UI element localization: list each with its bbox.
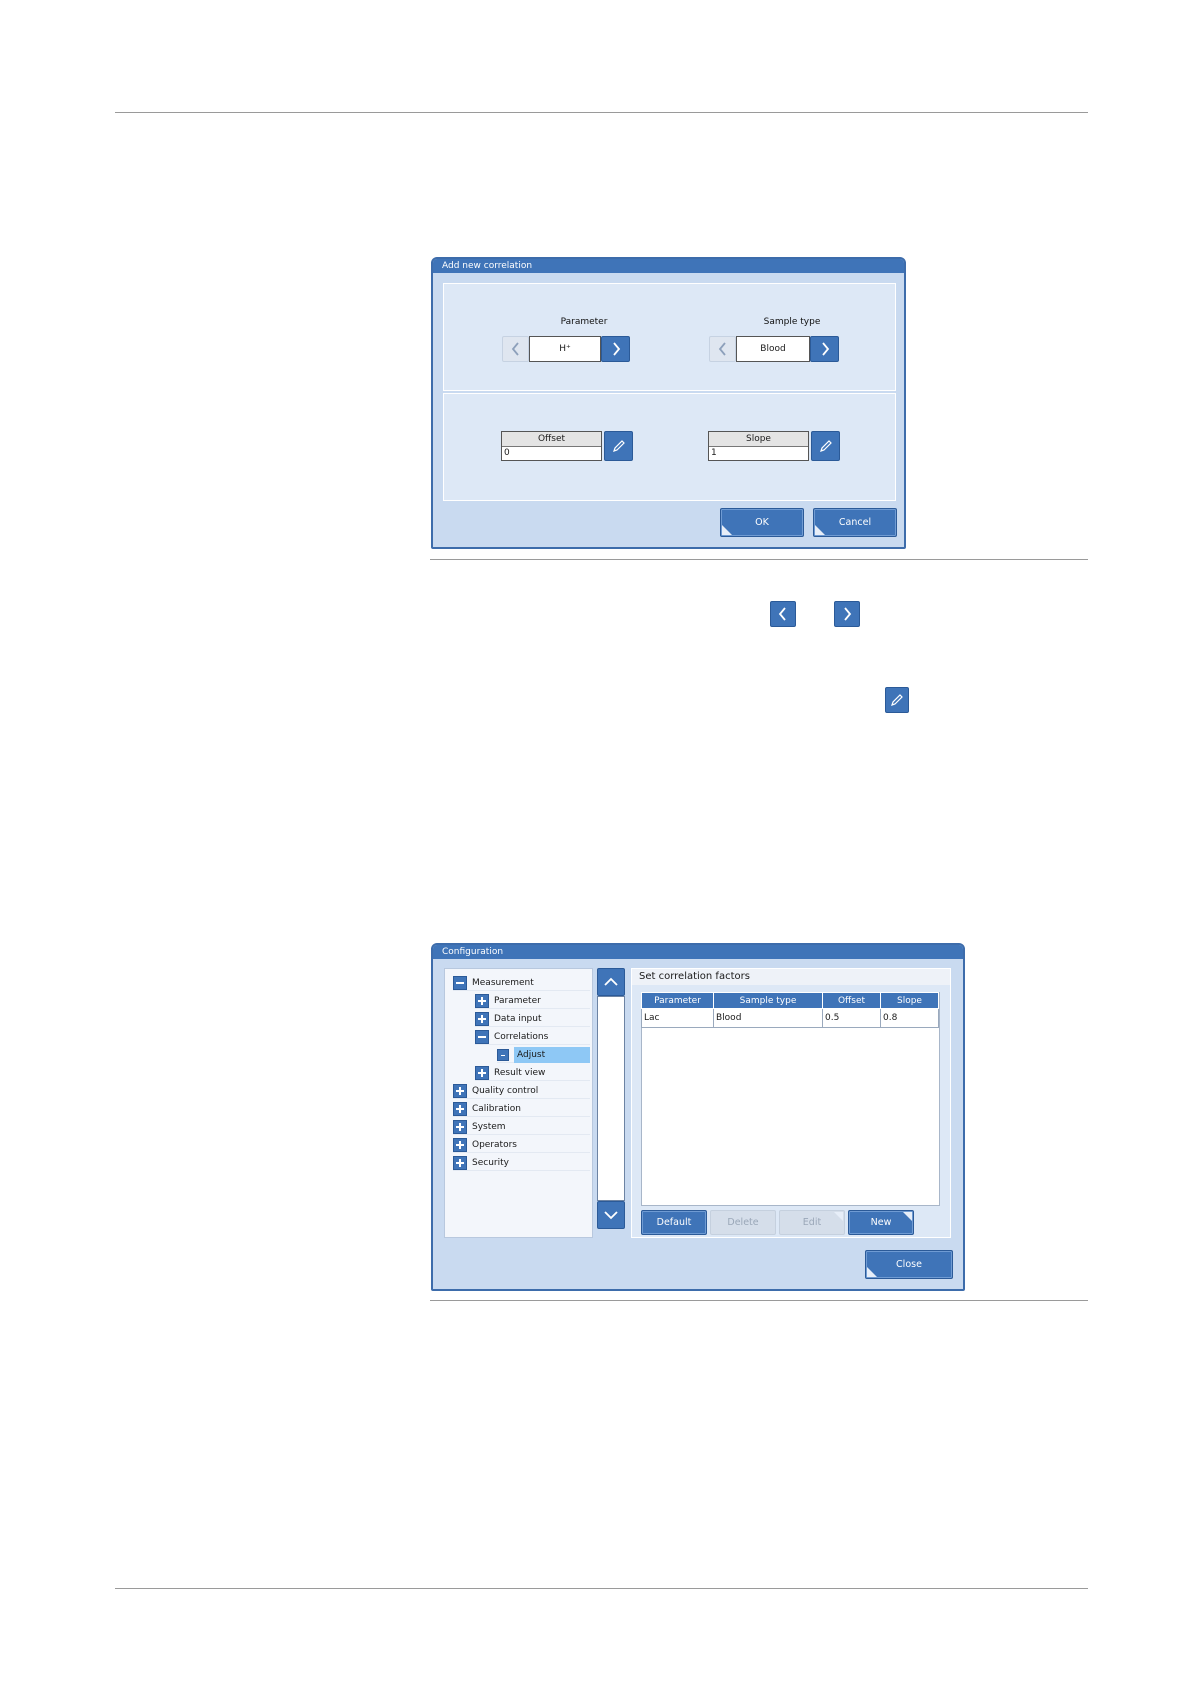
prev-arrow-inline-icon xyxy=(770,601,796,627)
pencil-icon xyxy=(891,694,903,706)
delete-button[interactable]: Delete xyxy=(710,1210,776,1235)
expand-icon[interactable] xyxy=(475,1011,489,1026)
chevron-up-icon xyxy=(604,977,618,986)
table-cell: 0.5 xyxy=(822,1008,881,1028)
parameter-next-button[interactable] xyxy=(601,336,630,362)
expand-icon[interactable] xyxy=(475,993,489,1008)
tree-item-result-view[interactable]: Result view xyxy=(475,1065,590,1081)
panel-title: Set correlation factors xyxy=(632,969,950,985)
column-header[interactable]: Sample type xyxy=(713,992,823,1009)
table-cell: 0.8 xyxy=(880,1008,939,1028)
offset-label: Offset xyxy=(502,432,601,447)
navigation-tree: Measurement Parameter Data input Correla… xyxy=(444,968,593,1238)
chevron-right-icon xyxy=(612,342,620,356)
chevron-right-icon xyxy=(844,607,852,621)
configuration-dialog: Configuration Measurement Parameter Data… xyxy=(431,943,965,1291)
correlation-panel: Set correlation factors Parameter Sample… xyxy=(631,968,951,1238)
header-rule xyxy=(115,112,1088,113)
tree-label: Parameter xyxy=(494,995,541,1006)
tree-label: Calibration xyxy=(472,1103,521,1114)
slope-value: 1 xyxy=(711,448,717,458)
tree-item-operators[interactable]: Operators xyxy=(453,1137,590,1153)
expand-icon[interactable] xyxy=(453,1155,467,1170)
scroll-up-button[interactable] xyxy=(597,968,625,996)
ok-button[interactable]: OK xyxy=(720,508,804,537)
correlation-table: Parameter Sample type Offset Slope Lac B… xyxy=(641,992,939,1028)
expand-icon[interactable] xyxy=(453,1083,467,1098)
tree-label: Result view xyxy=(494,1067,546,1078)
parameter-prev-button[interactable] xyxy=(502,336,529,362)
tree-label: Security xyxy=(472,1157,509,1168)
slope-field[interactable]: Slope 1 xyxy=(708,431,809,461)
table-cell: Blood xyxy=(713,1008,823,1028)
column-header[interactable]: Slope xyxy=(880,992,939,1009)
pencil-icon xyxy=(819,440,832,452)
tree-label: Data input xyxy=(494,1013,542,1024)
figure1-rule xyxy=(430,559,1088,560)
parameter-label: Parameter xyxy=(560,317,608,327)
tree-item-parameter[interactable]: Parameter xyxy=(475,993,590,1009)
dialog-title: Configuration xyxy=(433,945,963,959)
tree-item-measurement[interactable]: Measurement xyxy=(453,975,590,991)
tree-label: Operators xyxy=(472,1139,517,1150)
collapse-icon[interactable] xyxy=(453,975,467,990)
offset-field[interactable]: Offset 0 xyxy=(501,431,602,461)
expand-icon[interactable] xyxy=(453,1101,467,1116)
tree-label: Measurement xyxy=(472,977,534,988)
offset-edit-button[interactable] xyxy=(604,431,633,461)
edit-button[interactable]: Edit xyxy=(779,1210,845,1235)
parameter-value: H⁺ xyxy=(529,336,601,362)
table-row[interactable]: Lac Blood 0.5 0.8 xyxy=(641,1008,939,1028)
tree-item-data-input[interactable]: Data input xyxy=(475,1011,590,1027)
expand-icon[interactable] xyxy=(453,1119,467,1134)
footer-rule xyxy=(115,1588,1088,1589)
factors-panel: Offset 0 Slope 1 xyxy=(443,393,896,501)
chevron-left-icon xyxy=(778,607,786,621)
next-arrow-inline-icon xyxy=(834,601,860,627)
expand-icon[interactable] xyxy=(475,1065,489,1080)
tree-label: Adjust xyxy=(514,1046,590,1063)
table-cell: Lac xyxy=(641,1008,714,1028)
sample-type-label: Sample type xyxy=(763,317,821,327)
offset-value: 0 xyxy=(504,448,510,458)
default-button[interactable]: Default xyxy=(641,1210,707,1235)
leaf-icon xyxy=(497,1048,509,1061)
chevron-down-icon xyxy=(604,1211,618,1220)
selection-panel: Parameter H⁺ Sample type Blood xyxy=(443,283,896,391)
tree-item-calibration[interactable]: Calibration xyxy=(453,1101,590,1117)
column-header[interactable]: Offset xyxy=(822,992,881,1009)
tree-item-security[interactable]: Security xyxy=(453,1155,590,1171)
chevron-left-icon xyxy=(718,342,726,356)
sample-type-prev-button[interactable] xyxy=(709,336,736,362)
close-button[interactable]: Close xyxy=(865,1250,953,1279)
tree-label: Quality control xyxy=(472,1085,539,1096)
new-button[interactable]: New xyxy=(848,1210,914,1235)
collapse-icon[interactable] xyxy=(475,1029,489,1044)
pencil-icon xyxy=(612,440,625,452)
scroll-down-button[interactable] xyxy=(597,1201,625,1229)
add-new-correlation-dialog: Add new correlation Parameter H⁺ Sample … xyxy=(431,257,906,549)
figure2-rule xyxy=(430,1300,1088,1301)
tree-item-adjust[interactable]: Adjust xyxy=(497,1046,590,1063)
dialog-title: Add new correlation xyxy=(433,259,904,273)
edit-inline-icon xyxy=(885,687,909,713)
tree-item-system[interactable]: System xyxy=(453,1119,590,1135)
tree-item-correlations[interactable]: Correlations xyxy=(475,1029,590,1045)
tree-item-quality-control[interactable]: Quality control xyxy=(453,1083,590,1099)
sample-type-value: Blood xyxy=(736,336,810,362)
tree-label: System xyxy=(472,1121,506,1132)
expand-icon[interactable] xyxy=(453,1137,467,1152)
cancel-button[interactable]: Cancel xyxy=(813,508,897,537)
tree-label: Correlations xyxy=(494,1031,549,1042)
sample-type-next-button[interactable] xyxy=(810,336,839,362)
column-header[interactable]: Parameter xyxy=(641,992,714,1009)
scrollbar-track[interactable] xyxy=(597,996,625,1201)
chevron-left-icon xyxy=(511,342,519,356)
slope-label: Slope xyxy=(709,432,808,447)
chevron-right-icon xyxy=(821,342,829,356)
slope-edit-button[interactable] xyxy=(811,431,840,461)
